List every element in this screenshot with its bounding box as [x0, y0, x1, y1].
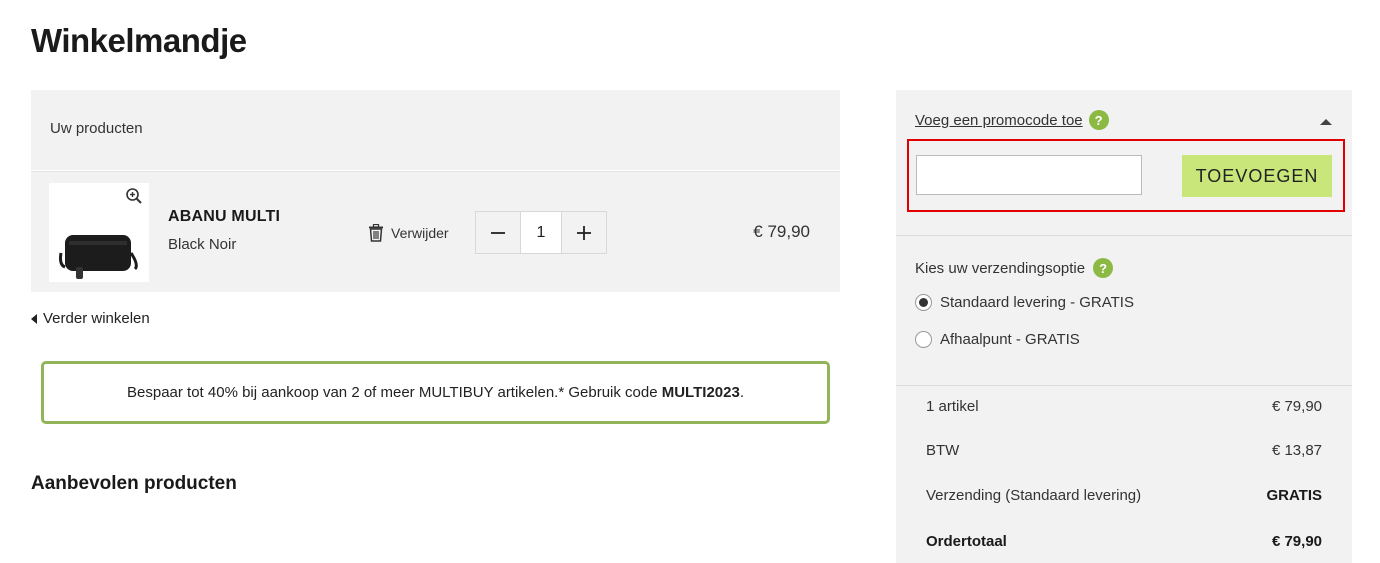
remove-item-button[interactable]: Verwijder [368, 224, 449, 242]
quantity-increase-button[interactable] [562, 212, 606, 253]
summary-value: GRATIS [1266, 487, 1322, 504]
chevron-left-icon [31, 313, 37, 324]
shipping-option-label: Standaard levering - GRATIS [940, 294, 1134, 311]
cart-item-row: ABANU MULTI Black Noir Verwijder 1 € 79,… [31, 171, 840, 292]
summary-row-shipping: Verzending (Standaard levering) GRATIS [926, 487, 1322, 504]
divider [896, 385, 1352, 386]
order-sidebar: Voeg een promocode toe ? TOEVOEGEN Kies … [896, 90, 1352, 563]
product-bag-icon [59, 235, 138, 279]
apply-promo-button[interactable]: TOEVOEGEN [1182, 155, 1332, 197]
summary-value: € 13,87 [1271, 442, 1322, 459]
radio-unselected[interactable] [915, 331, 932, 348]
caret-up-icon[interactable] [1320, 119, 1332, 125]
shipping-option-standard[interactable]: Standaard levering - GRATIS [915, 294, 1134, 311]
add-promo-code-link[interactable]: Voeg een promocode toe [915, 112, 1083, 129]
summary-row-total: Ordertotaal € 79,90 [926, 533, 1322, 550]
promo-code-highlight: MULTI2023 [661, 384, 740, 401]
summary-row-vat: BTW € 13,87 [926, 442, 1322, 459]
plus-icon [577, 225, 591, 240]
shipping-option-pickup[interactable]: Afhaalpunt - GRATIS [915, 331, 1080, 348]
recommended-products-title: Aanbevolen producten [31, 473, 237, 494]
shipping-help-icon[interactable]: ? [1093, 258, 1114, 278]
promo-banner-text: Bespaar tot 40% bij aankoop van 2 of mee… [127, 384, 744, 401]
zoom-in-icon[interactable] [125, 187, 143, 205]
shipping-title: Kies uw verzendingsoptie ? [915, 258, 1114, 278]
product-name[interactable]: ABANU MULTI [168, 208, 280, 226]
shipping-option-label: Afhaalpunt - GRATIS [940, 331, 1080, 348]
continue-shopping-link[interactable]: Verder winkelen [31, 310, 150, 327]
products-header-label: Uw producten [50, 120, 143, 137]
promo-help-icon[interactable]: ? [1088, 110, 1109, 130]
order-total-value: € 79,90 [1271, 533, 1322, 550]
radio-selected[interactable] [915, 294, 932, 311]
product-image[interactable] [49, 183, 149, 282]
trash-icon [369, 224, 383, 242]
summary-row-items: 1 artikel € 79,90 [926, 398, 1322, 415]
divider [896, 235, 1352, 236]
products-header: Uw producten [31, 90, 840, 170]
quantity-decrease-button[interactable] [476, 212, 520, 253]
continue-shopping-label: Verder winkelen [43, 310, 150, 327]
product-price: € 79,90 [753, 222, 810, 241]
remove-item-label: Verwijder [391, 225, 449, 241]
summary-label: Verzending (Standaard levering) [926, 487, 1142, 504]
promo-code-input[interactable] [916, 155, 1142, 195]
shipping-title-label: Kies uw verzendingsoptie [915, 259, 1086, 277]
quantity-stepper: 1 [475, 211, 607, 254]
summary-value: € 79,90 [1271, 398, 1322, 415]
multibuy-promo-banner: Bespaar tot 40% bij aankoop van 2 of mee… [41, 361, 830, 424]
product-variant: Black Noir [168, 236, 237, 253]
page-title: Winkelmandje [31, 22, 247, 59]
summary-label: BTW [926, 442, 960, 459]
promo-code-toggle: Voeg een promocode toe ? [915, 110, 1109, 130]
summary-label: 1 artikel [926, 398, 979, 415]
quantity-value[interactable]: 1 [520, 212, 562, 253]
minus-icon [491, 231, 505, 234]
order-total-label: Ordertotaal [926, 533, 1007, 550]
